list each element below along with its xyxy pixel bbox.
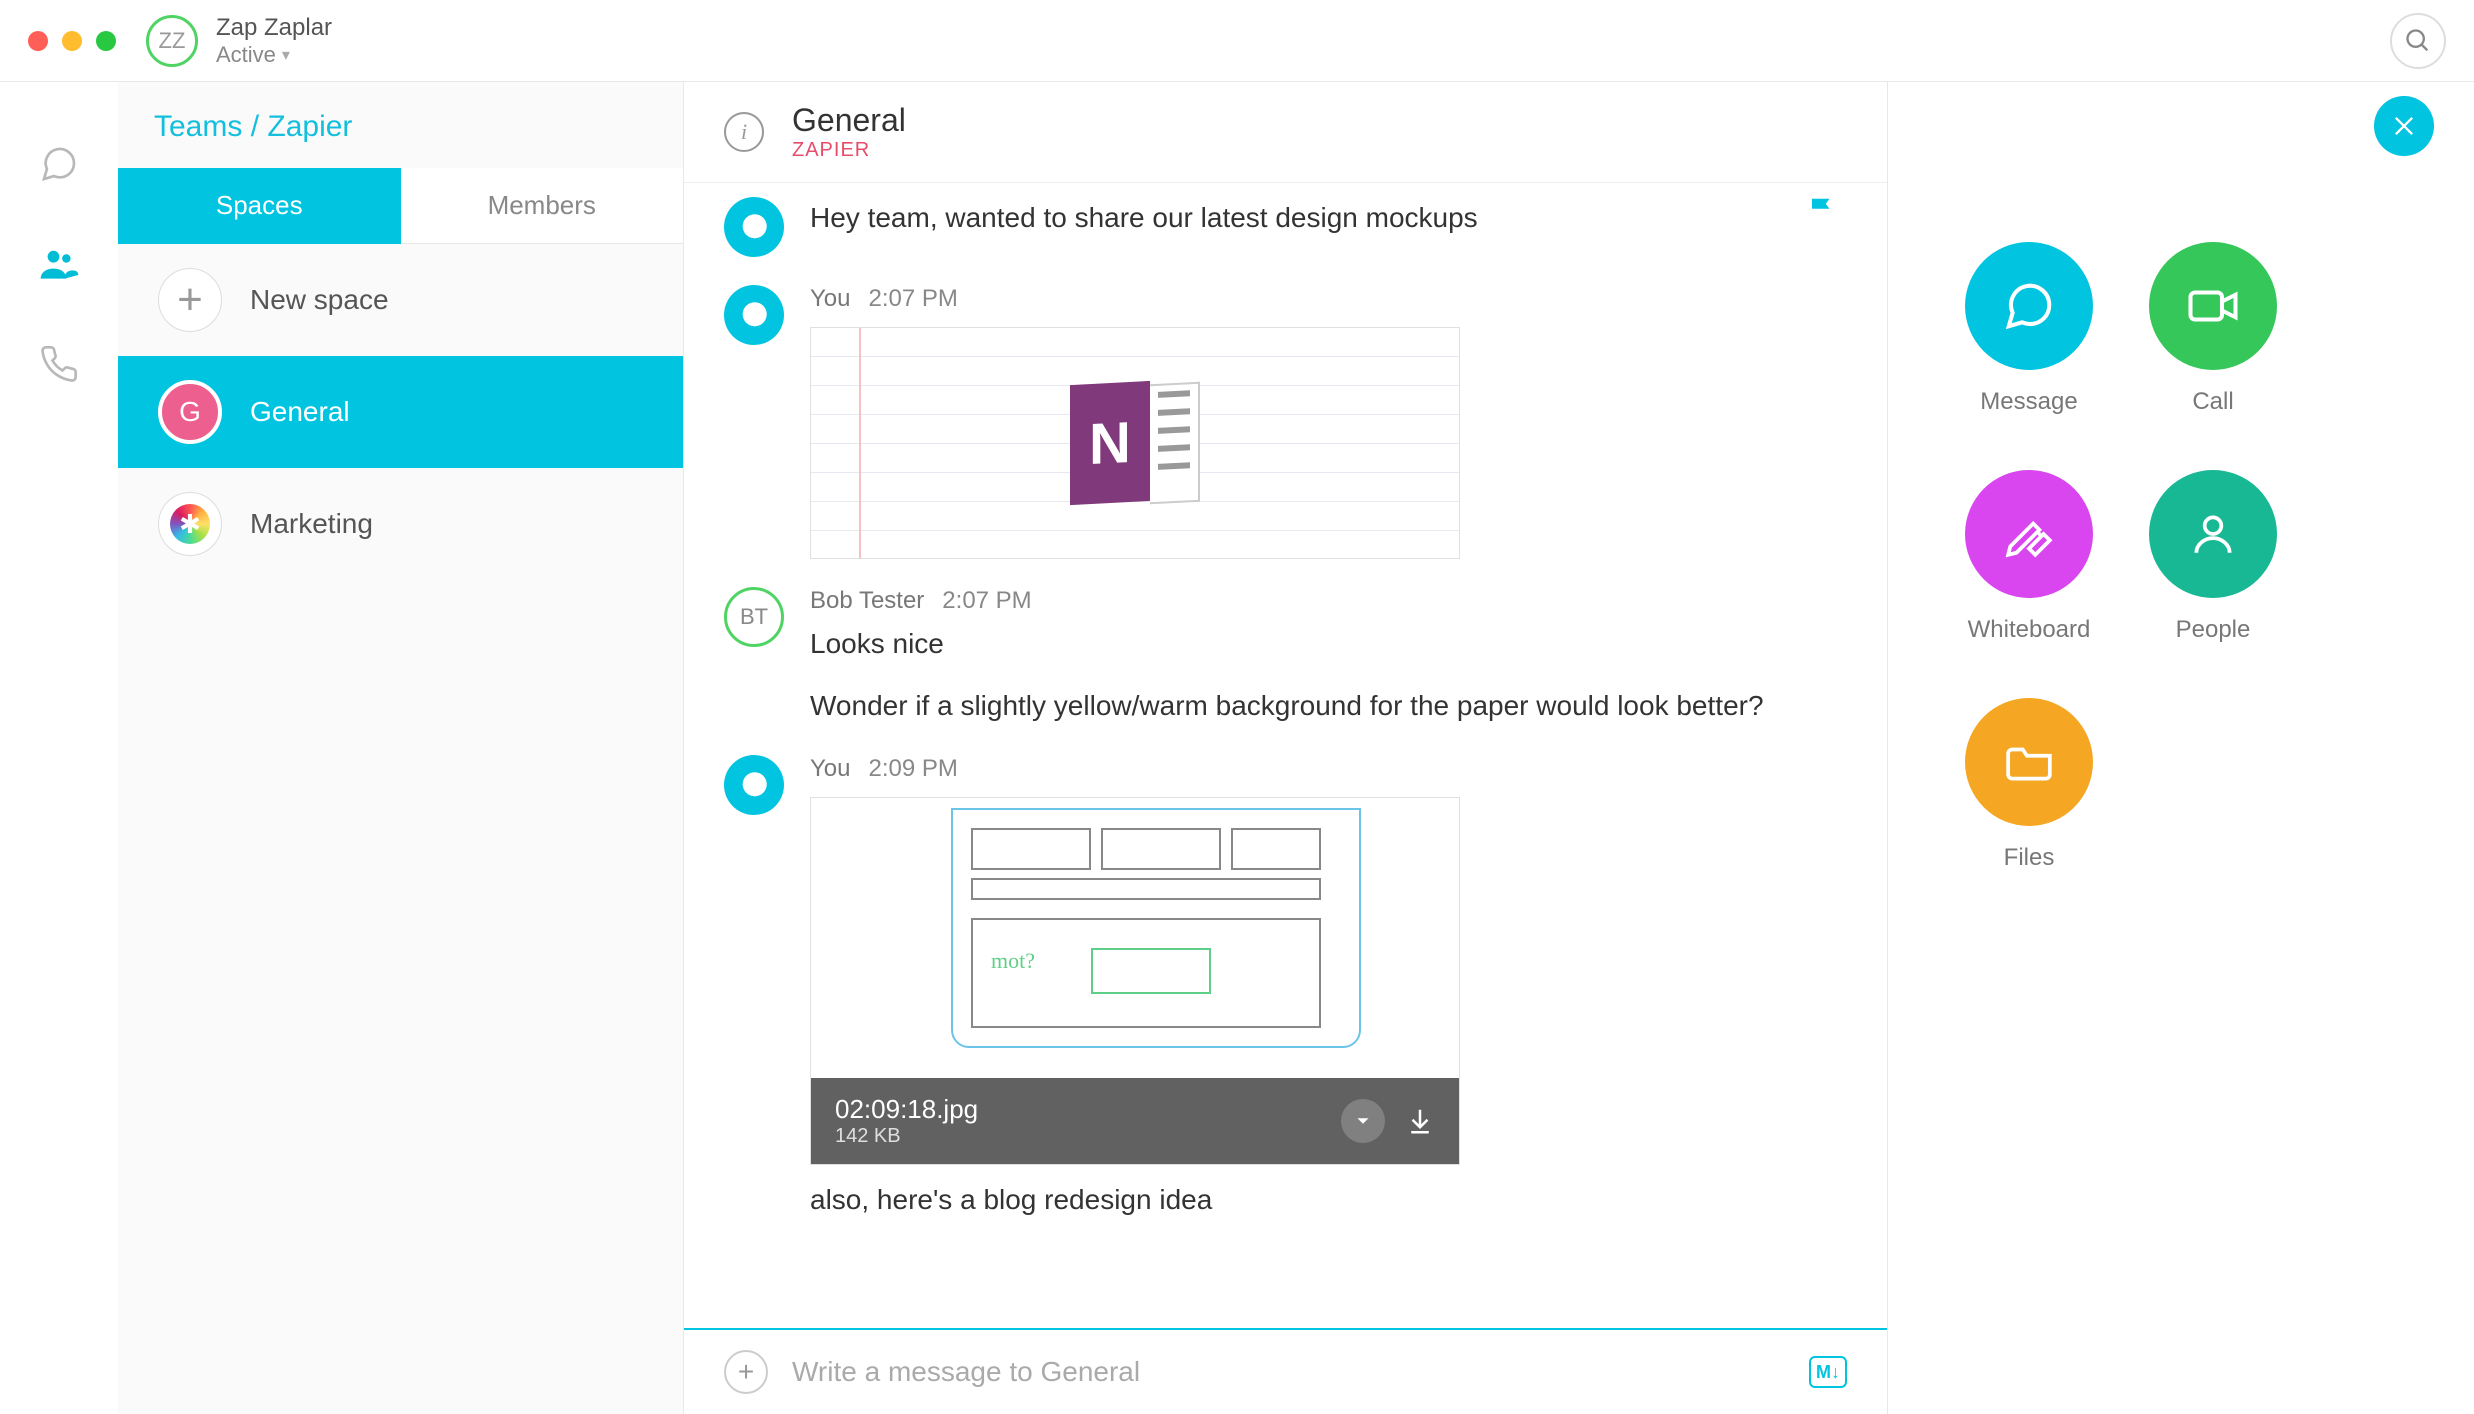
close-window[interactable] — [28, 31, 48, 51]
attachment-image[interactable]: N — [810, 327, 1460, 559]
space-avatar: ✱ — [158, 492, 222, 556]
message-row: BT Bob Tester 2:07 PM Looks nice Wonder i… — [724, 573, 1847, 741]
tab-spaces[interactable]: Spaces — [118, 168, 401, 244]
message-avatar — [724, 197, 784, 257]
message-avatar — [724, 755, 784, 815]
flag-icon[interactable] — [1807, 195, 1837, 225]
message-time: 2:07 PM — [942, 587, 1031, 614]
file-name: 02:09:18.jpg — [835, 1094, 1321, 1125]
window-controls — [28, 31, 116, 51]
conversation-title: General — [792, 102, 906, 139]
markdown-toggle[interactable]: M↓ — [1809, 1356, 1847, 1388]
current-user-name: Zap Zaplar — [216, 14, 332, 42]
file-info-bar: 02:09:18.jpg 142 KB — [811, 1078, 1459, 1164]
breadcrumb[interactable]: Teams / Zapier — [118, 82, 683, 168]
action-files[interactable]: Files — [1964, 698, 2094, 872]
info-icon[interactable]: i — [724, 112, 764, 152]
message-sender: You — [810, 755, 851, 782]
file-size: 142 KB — [835, 1125, 1321, 1148]
message-text: Wonder if a slightly yellow/warm backgro… — [810, 685, 1847, 727]
message-time: 2:07 PM — [869, 285, 958, 312]
conversation-subtitle: ZAPIER — [792, 139, 906, 162]
maximize-window[interactable] — [96, 31, 116, 51]
titlebar: ZZ Zap Zaplar Active ▾ — [0, 0, 2474, 82]
compose-bar: + M↓ — [684, 1328, 1887, 1414]
nav-messages[interactable] — [37, 142, 81, 186]
attach-button[interactable]: + — [724, 1350, 768, 1394]
message-text: also, here's a blog redesign idea — [810, 1179, 1847, 1221]
action-message[interactable]: Message — [1964, 242, 2094, 416]
sidebar: Teams / Zapier Spaces Members + New spac… — [118, 82, 684, 1414]
message-avatar: BT — [724, 587, 784, 647]
current-user-avatar[interactable]: ZZ — [146, 15, 198, 67]
space-marketing[interactable]: ✱ Marketing — [118, 468, 683, 580]
file-options-button[interactable] — [1341, 1099, 1385, 1143]
message-list[interactable]: Hey team, wanted to share our latest des… — [684, 183, 1887, 1328]
close-panel-button[interactable] — [2374, 96, 2434, 156]
action-panel: Message Call Whiteboard People Files — [1888, 82, 2474, 1414]
action-people[interactable]: People — [2148, 470, 2278, 644]
message-text: Looks nice — [810, 623, 1847, 665]
nav-teams[interactable] — [37, 242, 81, 286]
message-time: 2:09 PM — [869, 755, 958, 782]
message-avatar — [724, 285, 784, 345]
nav-calls[interactable] — [37, 342, 81, 386]
attachment-image[interactable]: mot? 02:09:18.jpg 142 KB — [810, 797, 1460, 1165]
message-row: You 2:07 PM N — [724, 271, 1847, 573]
action-call[interactable]: Call — [2148, 242, 2278, 416]
action-whiteboard[interactable]: Whiteboard — [1964, 470, 2094, 644]
message-row: You2:09 PM mot? — [724, 741, 1847, 1235]
tab-members[interactable]: Members — [401, 168, 684, 244]
conversation-pane: i General ZAPIER Hey team, wanted to sha… — [684, 82, 1888, 1414]
download-button[interactable] — [1405, 1106, 1435, 1136]
message-row: Hey team, wanted to share our latest des… — [724, 183, 1847, 271]
conversation-header: i General ZAPIER — [684, 82, 1887, 183]
plus-icon: + — [158, 268, 222, 332]
compose-input[interactable] — [792, 1356, 1785, 1388]
space-avatar: G — [158, 380, 222, 444]
nav-rail — [0, 82, 118, 1414]
message-sender: Bob Tester — [810, 587, 924, 614]
new-space-button[interactable]: + New space — [118, 244, 683, 356]
status-dropdown[interactable]: Active ▾ — [216, 42, 332, 68]
search-button[interactable] — [2390, 13, 2446, 69]
minimize-window[interactable] — [62, 31, 82, 51]
message-text: Hey team, wanted to share our latest des… — [810, 197, 1847, 239]
message-sender: You — [810, 285, 851, 312]
chevron-down-icon: ▾ — [282, 45, 290, 65]
space-general[interactable]: G General — [118, 356, 683, 468]
onenote-icon: N — [1070, 383, 1200, 503]
